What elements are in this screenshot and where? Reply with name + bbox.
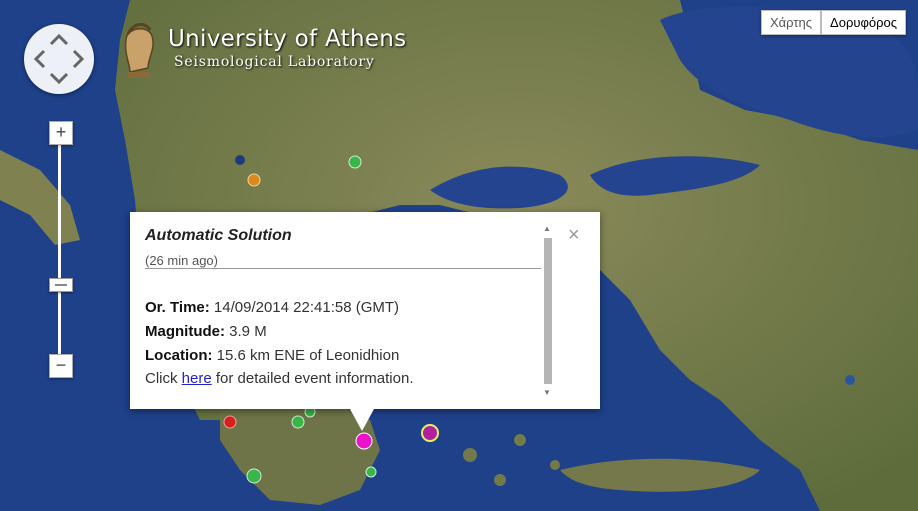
- pan-right-icon[interactable]: [72, 49, 85, 69]
- magnitude-row: Magnitude: 3.9 M: [145, 323, 267, 340]
- earthquake-marker[interactable]: [348, 155, 362, 169]
- pan-up-icon[interactable]: [49, 33, 69, 46]
- magnitude-label: Magnitude:: [145, 323, 225, 340]
- map-type-satellite-button[interactable]: Δορυφόρος: [821, 10, 906, 35]
- origin-time-row: Or. Time: 14/09/2014 22:41:58 (GMT): [145, 299, 399, 316]
- scrollbar-thumb[interactable]: [544, 238, 552, 384]
- earthquake-marker[interactable]: [246, 468, 262, 484]
- aegean-island: [494, 474, 506, 486]
- close-icon[interactable]: ×: [568, 224, 580, 247]
- earthquake-marker-selected[interactable]: [355, 432, 373, 450]
- event-details-link[interactable]: here: [182, 370, 212, 387]
- zoom-slider-track[interactable]: [58, 140, 61, 358]
- zoom-out-button[interactable]: −: [49, 354, 73, 378]
- earthquake-marker[interactable]: [223, 415, 237, 429]
- lab-title: University of Athens: [168, 26, 407, 52]
- helmet-icon: [124, 23, 154, 78]
- lake: [235, 155, 245, 165]
- details-row: Click here for detailed event informatio…: [145, 370, 414, 387]
- zoom-in-button[interactable]: +: [49, 121, 73, 145]
- earthquake-marker[interactable]: [365, 466, 377, 478]
- earthquake-marker[interactable]: [247, 173, 261, 187]
- lake: [845, 375, 855, 385]
- popup-divider: [145, 268, 541, 269]
- zoom-slider-handle[interactable]: [49, 278, 73, 292]
- pan-down-icon[interactable]: [49, 72, 69, 85]
- pan-left-icon[interactable]: [33, 49, 46, 69]
- event-info-window: Automatic Solution (26 min ago) Or. Time…: [130, 212, 600, 431]
- lab-logo: University of Athens Seismological Labor…: [118, 20, 406, 80]
- scroll-down-icon[interactable]: ▼: [543, 388, 551, 397]
- map-type-map-button[interactable]: Χάρτης: [761, 10, 822, 35]
- aegean-island: [514, 434, 526, 446]
- popup-age: (26 min ago): [145, 253, 218, 268]
- origin-time-label: Or. Time:: [145, 299, 210, 316]
- pan-control[interactable]: [24, 24, 94, 94]
- lab-subtitle: Seismological Laboratory: [174, 54, 375, 70]
- popup-pointer: [350, 409, 374, 431]
- earthquake-marker[interactable]: [291, 415, 305, 429]
- map-type-control: Χάρτης Δορυφόρος: [761, 10, 906, 35]
- location-label: Location:: [145, 347, 213, 364]
- location-value: 15.6 km ENE of Leonidhion: [216, 347, 400, 364]
- details-prefix: Click: [145, 370, 178, 387]
- magnitude-value: 3.9 M: [229, 323, 267, 340]
- aegean-island: [550, 460, 560, 470]
- popup-scrollbar[interactable]: ▲ ▼: [540, 224, 556, 398]
- location-row: Location: 15.6 km ENE of Leonidhion: [145, 347, 399, 364]
- earthquake-marker[interactable]: [421, 424, 439, 442]
- scroll-up-icon[interactable]: ▲: [543, 224, 551, 233]
- details-suffix: for detailed event information.: [215, 370, 414, 387]
- aegean-island: [463, 448, 477, 462]
- popup-title: Automatic Solution: [145, 227, 292, 244]
- origin-time-value: 14/09/2014 22:41:58 (GMT): [213, 299, 400, 316]
